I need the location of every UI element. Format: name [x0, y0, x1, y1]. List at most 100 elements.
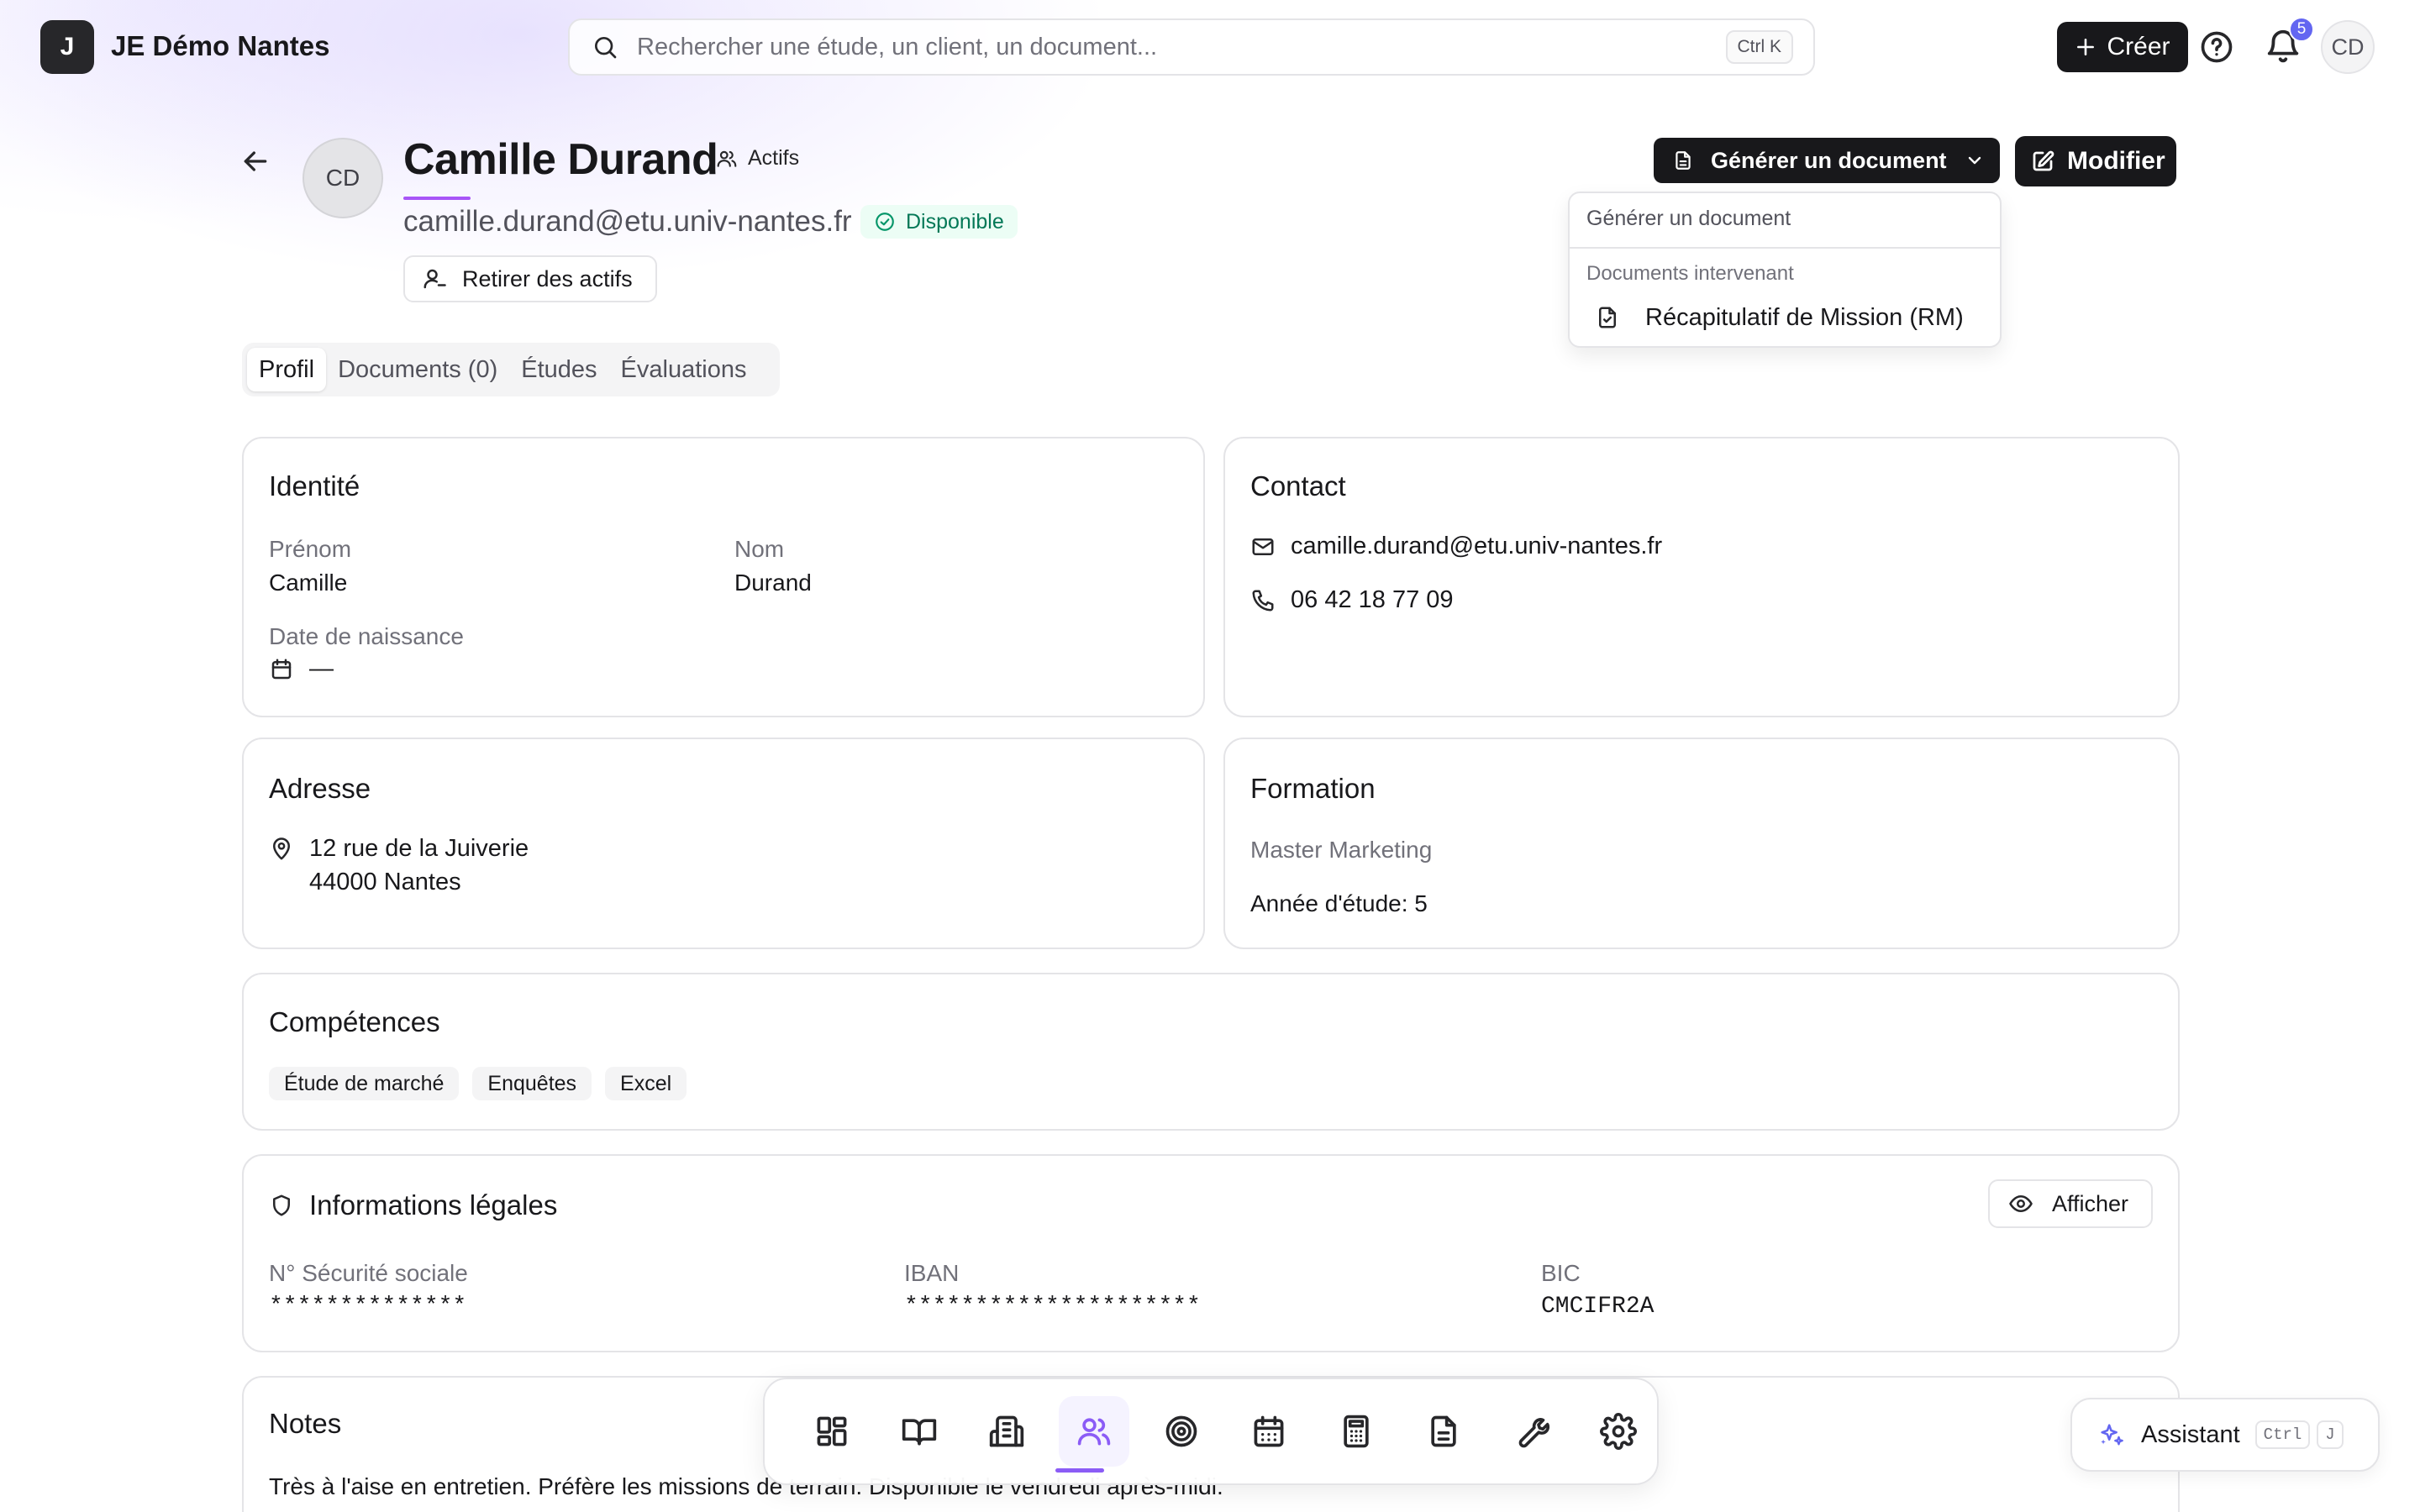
check-circle-icon [874, 211, 896, 233]
mail-icon [1250, 534, 1276, 559]
contact-phone-row[interactable]: 06 42 18 77 09 [1250, 586, 1454, 614]
profile-email: camille.durand@etu.univ-nantes.fr [403, 205, 852, 238]
notification-badge: 5 [2289, 17, 2314, 42]
wrench-icon[interactable] [1496, 1396, 1566, 1467]
tab-documents[interactable]: Documents (0) [326, 348, 509, 391]
skill-chip: Enquêtes [472, 1067, 592, 1100]
edit-button[interactable]: Modifier [2015, 136, 2176, 186]
sparkles-icon [2097, 1420, 2126, 1449]
legal-title: Informations légales [309, 1189, 558, 1221]
create-button[interactable]: Créer [2057, 22, 2188, 72]
user-minus-icon [422, 266, 447, 291]
address-title: Adresse [269, 773, 371, 804]
contact-phone: 06 42 18 77 09 [1291, 586, 1454, 613]
remove-label: Retirer des actifs [462, 265, 633, 291]
last-name-value: Durand [734, 570, 812, 596]
search-bar[interactable]: Ctrl K [568, 18, 1815, 76]
document-icon[interactable] [1408, 1396, 1479, 1467]
search-input[interactable] [637, 33, 1726, 61]
bottom-dock [763, 1378, 1659, 1485]
skill-chip: Étude de marché [269, 1067, 460, 1100]
skill-chip: Excel [605, 1067, 687, 1100]
address-line2: 44000 Nantes [309, 869, 461, 895]
legal-header: Informations légales [269, 1189, 557, 1221]
name-underline [403, 197, 471, 200]
remove-from-active-button[interactable]: Retirer des actifs [403, 255, 657, 302]
profile-avatar: CD [302, 138, 383, 218]
dashboard-icon[interactable] [797, 1396, 867, 1467]
settings-icon[interactable] [1583, 1396, 1654, 1467]
book-icon[interactable] [884, 1396, 955, 1467]
last-name-label: Nom [734, 536, 785, 562]
education-year: Année d'étude: 5 [1250, 890, 1428, 916]
edit-label: Modifier [2067, 147, 2165, 175]
menu-item-mission-recap[interactable]: Récapitulatif de Mission (RM) [1576, 294, 1993, 341]
availability-label: Disponible [906, 209, 1004, 234]
profile-tabs: Profil Documents (0) Études Évaluations [242, 343, 780, 396]
file-check-icon [1595, 305, 1620, 330]
legal-card: Informations légales N° Sécurité sociale… [242, 1154, 2180, 1352]
contact-email-row[interactable]: camille.durand@etu.univ-nantes.fr [1250, 533, 1662, 560]
assistant-label: Assistant [2141, 1420, 2240, 1448]
map-pin-icon [269, 837, 294, 862]
phone-icon [1250, 588, 1276, 613]
ssn-label: N° Sécurité sociale [269, 1260, 468, 1286]
plus-icon [2075, 36, 2096, 58]
address-line1: 12 rue de la Juiverie [309, 835, 529, 862]
building-icon[interactable] [971, 1396, 1042, 1467]
education-program: Master Marketing [1250, 837, 1433, 863]
iban-label: IBAN [904, 1260, 960, 1286]
ssn-value: ************** [269, 1294, 467, 1320]
search-icon [592, 34, 618, 60]
tab-evaluations[interactable]: Évaluations [609, 348, 759, 391]
app-name[interactable]: JE Démo Nantes [111, 30, 329, 62]
assistant-shortcut-ctrl: Ctrl [2254, 1420, 2311, 1449]
assistant-button[interactable]: Assistant Ctrl J [2070, 1398, 2380, 1472]
show-label: Afficher [2052, 1190, 2129, 1216]
menu-item-label: Récapitulatif de Mission (RM) [1645, 303, 1964, 331]
users-icon [716, 148, 738, 170]
target-icon[interactable] [1146, 1396, 1217, 1467]
bic-value: CMCIFR2A [1541, 1294, 1655, 1320]
first-name-value: Camille [269, 570, 348, 596]
calculator-icon[interactable] [1321, 1396, 1392, 1467]
education-card: Formation Master Marketing Année d'étude… [1223, 738, 2180, 949]
contact-title: Contact [1250, 470, 1346, 501]
calendar-icon[interactable] [1234, 1396, 1304, 1467]
top-bar: J JE Démo Nantes Ctrl K Créer 5 CD [0, 0, 2420, 94]
search-shortcut: Ctrl K [1725, 30, 1793, 64]
first-name-label: Prénom [269, 536, 352, 562]
birth-date-value: — [309, 655, 334, 682]
user-avatar[interactable]: CD [2321, 20, 2375, 74]
contact-card: Contact camille.durand@etu.univ-nantes.f… [1223, 437, 2180, 717]
users-icon[interactable] [1059, 1396, 1129, 1467]
help-icon[interactable] [2198, 29, 2235, 66]
dock-active-indicator [1055, 1468, 1104, 1473]
tab-profile[interactable]: Profil [247, 348, 327, 391]
identity-card: Identité Prénom Camille Nom Durand Date … [242, 437, 1205, 717]
shield-icon [269, 1193, 294, 1218]
back-arrow-icon[interactable] [239, 144, 272, 178]
skills-card: Compétences Étude de marché Enquêtes Exc… [242, 973, 2180, 1131]
group-tag[interactable]: Actifs [716, 146, 799, 171]
generate-label: Générer un document [1711, 147, 1947, 173]
address-card: Adresse 12 rue de la Juiverie 44000 Nant… [242, 738, 1205, 949]
bic-label: BIC [1541, 1260, 1581, 1286]
app-logo[interactable]: J [40, 20, 94, 74]
skills-title: Compétences [269, 1006, 440, 1037]
calendar-icon [269, 657, 294, 682]
tab-studies[interactable]: Études [509, 348, 608, 391]
show-legal-button[interactable]: Afficher [1988, 1179, 2153, 1228]
education-title: Formation [1250, 773, 1376, 804]
identity-title: Identité [269, 470, 360, 501]
menu-divider [1570, 247, 2000, 249]
file-icon [1672, 150, 1694, 171]
chevron-down-icon [1965, 150, 1985, 171]
generate-document-button[interactable]: Générer un document [1654, 138, 2000, 183]
eye-icon [2008, 1191, 2033, 1216]
iban-value: ********************* [904, 1294, 1201, 1320]
birth-date-row: — [269, 655, 334, 683]
menu-header: Générer un document [1586, 207, 1791, 230]
birth-date-label: Date de naissance [269, 623, 464, 649]
edit-icon [2030, 149, 2055, 174]
